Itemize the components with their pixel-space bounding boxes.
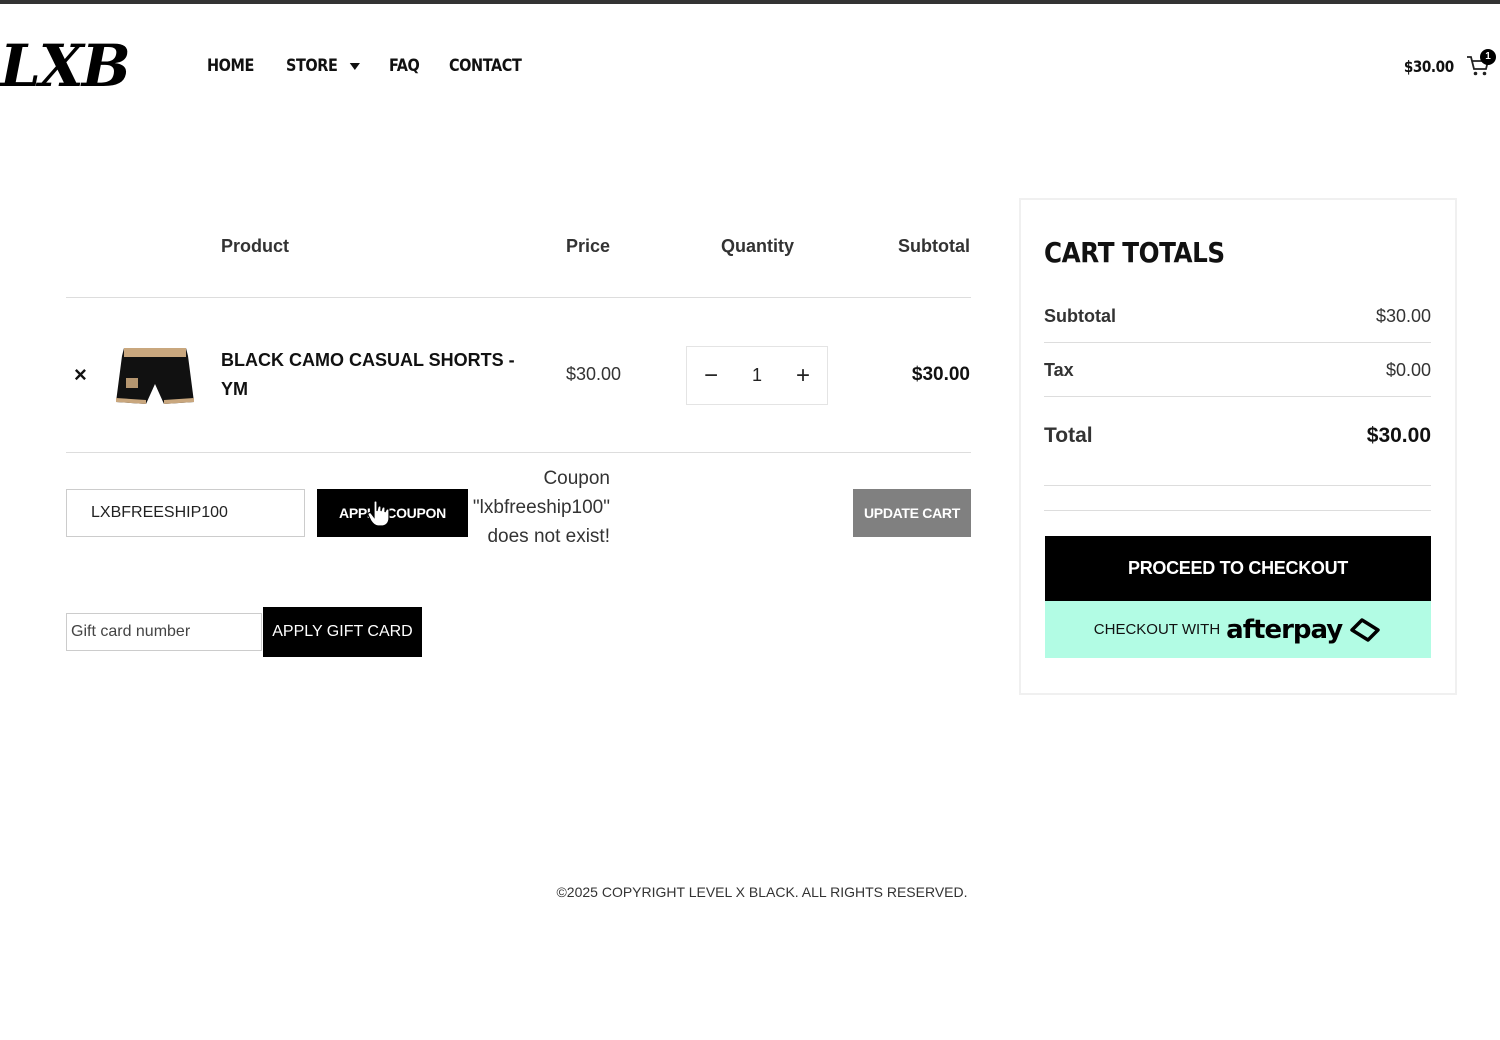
nav-store-label: STORE [286, 56, 338, 76]
update-cart-button[interactable]: UPDATE CART [853, 489, 971, 537]
nav-contact[interactable]: CONTACT [449, 56, 522, 76]
afterpay-arrows-icon [1350, 617, 1380, 642]
nav-store[interactable]: STORE [286, 56, 360, 76]
totals-divider [1044, 510, 1431, 511]
column-header-price: Price [566, 236, 611, 256]
totals-total-label: Total [1044, 424, 1093, 447]
hand-cursor-icon [367, 500, 390, 527]
totals-divider [1044, 396, 1431, 397]
column-header-quantity: Quantity [721, 236, 795, 256]
minus-icon[interactable]: − [701, 363, 721, 388]
plus-icon[interactable]: + [793, 363, 813, 388]
afterpay-logo: afterpay [1226, 614, 1343, 645]
remove-item-button[interactable]: × [74, 364, 87, 386]
totals-tax-label: Tax [1044, 360, 1074, 380]
product-price: $30.00 [566, 364, 622, 384]
cart-amount: $30.00 [1404, 56, 1454, 76]
table-divider [66, 297, 971, 298]
totals-divider [1044, 342, 1431, 343]
footer-copyright: ©2025 COPYRIGHT LEVEL X BLACK. ALL RIGHT… [556, 884, 968, 900]
coupon-error-message: Coupon "lxbfreeship100" does not exist! [472, 468, 610, 547]
nav-faq[interactable]: FAQ [389, 56, 420, 76]
coupon-input[interactable] [66, 489, 305, 537]
apply-coupon-button[interactable]: APPLY COUPON [317, 489, 468, 537]
site-logo[interactable]: LXB [0, 34, 131, 98]
afterpay-checkout-button[interactable]: CHECKOUT WITH afterpay [1045, 601, 1431, 658]
caret-down-icon [349, 62, 360, 70]
cart-count-badge: 1 [1480, 49, 1496, 65]
quantity-value[interactable]: 1 [752, 365, 762, 386]
totals-divider [1044, 485, 1431, 486]
header-cart[interactable]: $30.00 1 [1395, 49, 1496, 77]
row-subtotal: $30.00 [911, 364, 970, 385]
column-header-subtotal: Subtotal [898, 236, 970, 256]
nav-home[interactable]: HOME [207, 56, 254, 76]
column-header-product: Product [221, 236, 290, 256]
product-name-link[interactable]: BLACK CAMO CASUAL SHORTS - YM [221, 346, 531, 404]
totals-tax-value: $0.00 [1385, 360, 1431, 380]
cart-icon[interactable]: 1 [1466, 49, 1496, 77]
gift-card-input[interactable] [66, 613, 262, 651]
totals-subtotal-label: Subtotal [1044, 306, 1116, 326]
main-nav: HOME STORE FAQ CONTACT [207, 56, 534, 76]
cart-totals-title: CART TOTALS [1044, 236, 1225, 269]
table-divider [66, 452, 971, 453]
top-border [0, 0, 1500, 4]
quantity-stepper: − 1 + [686, 346, 828, 405]
afterpay-prefix: CHECKOUT WITH [1093, 621, 1221, 638]
totals-total-value: $30.00 [1366, 424, 1431, 447]
product-thumbnail[interactable] [114, 344, 196, 408]
apply-gift-card-button[interactable]: APPLY GIFT CARD [263, 607, 422, 657]
proceed-to-checkout-button[interactable]: PROCEED TO CHECKOUT [1045, 536, 1431, 601]
totals-subtotal-value: $30.00 [1375, 306, 1431, 326]
